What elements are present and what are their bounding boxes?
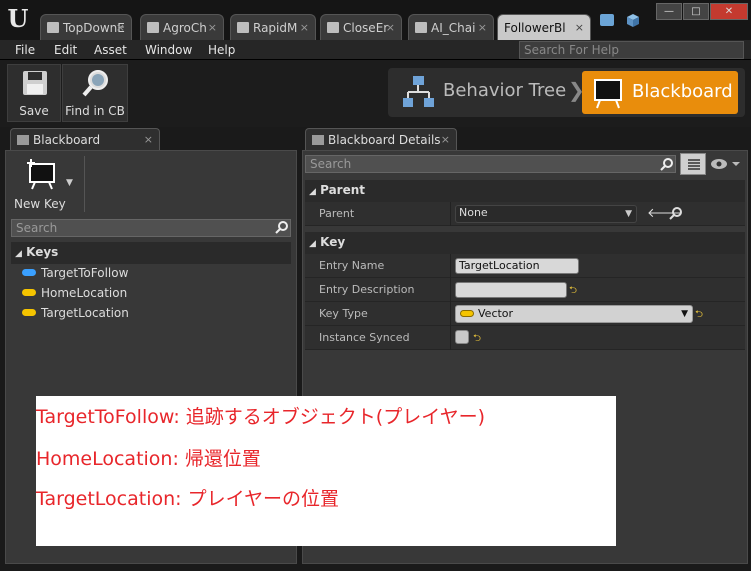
tab-ai-chai[interactable]: AI_Chai × <box>408 14 494 40</box>
close-icon[interactable]: × <box>116 15 125 40</box>
minimize-button[interactable]: — <box>656 3 682 20</box>
tab-rapidm[interactable]: RapidM × <box>230 14 316 40</box>
tab-followerbl[interactable]: FollowerBl × <box>497 14 591 40</box>
blackboard-icon <box>17 135 29 145</box>
chat-icon[interactable] <box>600 14 614 26</box>
key-type-dropdown[interactable]: Vector ▼ <box>455 305 693 323</box>
book-icon <box>147 22 159 33</box>
close-icon[interactable]: × <box>386 15 395 40</box>
unreal-logo-icon: U <box>7 4 29 33</box>
entry-name-input[interactable]: TargetLocation <box>455 258 579 274</box>
view-options-button[interactable] <box>710 157 742 171</box>
keys-section-header[interactable]: ◢ Keys <box>11 242 291 264</box>
tab-blackboard[interactable]: Blackboard × <box>10 128 160 150</box>
menu-asset[interactable]: Asset <box>94 40 127 60</box>
eye-icon <box>711 159 740 169</box>
key-item-target-location[interactable]: TargetLocation <box>22 304 222 322</box>
parent-section-header[interactable]: ◢ Parent <box>305 180 745 202</box>
breadcrumb-blackboard[interactable]: Blackboard <box>582 71 738 114</box>
reset-to-default-icon[interactable]: ⮌ <box>569 283 577 300</box>
collapse-arrow-icon: ◢ <box>309 239 316 249</box>
book-icon <box>237 22 249 33</box>
close-icon[interactable]: × <box>144 129 153 151</box>
entry-name-row: Entry Name TargetLocation <box>305 254 745 278</box>
annotation-line-3: TargetLocation: プレイヤーの位置 <box>36 488 340 510</box>
browse-search-icon[interactable] <box>669 206 683 220</box>
instance-synced-row: Instance Synced ⮌ <box>305 326 745 350</box>
breadcrumb-behavior-tree[interactable]: Behavior Tree <box>443 80 566 101</box>
annotation-box: TargetToFollow: 追跡するオブジェクト(プレイヤー) HomeLo… <box>36 396 616 546</box>
entry-description-row: Entry Description ⮌ <box>305 278 745 302</box>
new-blackboard-icon <box>27 159 55 190</box>
close-icon[interactable]: × <box>208 15 217 40</box>
book-icon <box>327 22 339 33</box>
annotation-line-1: TargetToFollow: 追跡するオブジェクト(プレイヤー) <box>36 406 486 428</box>
reset-to-default-icon[interactable]: ⮌ <box>473 331 481 348</box>
close-icon[interactable]: × <box>575 15 584 40</box>
key-section-header[interactable]: ◢ Key <box>305 232 745 254</box>
row-separator <box>450 202 451 226</box>
save-icon <box>23 71 47 95</box>
close-icon[interactable]: × <box>478 15 487 40</box>
tab-closeer[interactable]: CloseEr × <box>320 14 402 40</box>
search-icon <box>660 157 674 171</box>
annotation-line-2: HomeLocation: 帰還位置 <box>36 448 261 470</box>
chevron-down-icon[interactable]: ▼ <box>66 178 73 188</box>
entry-description-input[interactable] <box>455 282 567 298</box>
blackboard-icon <box>594 79 622 109</box>
book-icon <box>415 22 427 33</box>
tab-topdown[interactable]: TopDownE × <box>40 14 132 40</box>
search-icon <box>275 220 289 234</box>
menu-file[interactable]: File <box>15 40 35 60</box>
row-separator <box>450 278 451 302</box>
collapse-arrow-icon: ◢ <box>15 249 22 259</box>
behavior-tree-icon[interactable] <box>400 74 436 110</box>
close-icon[interactable]: × <box>441 129 450 151</box>
maximize-button[interactable]: □ <box>683 3 709 20</box>
window-controls: — □ ✕ <box>656 3 748 20</box>
save-button[interactable]: Save <box>7 64 61 122</box>
keys-search-input[interactable]: Search <box>11 219 291 237</box>
magnifier-icon <box>82 70 108 97</box>
marketplace-icon[interactable] <box>625 12 641 28</box>
key-type-row: Key Type Vector ▼ ⮌ <box>305 302 745 326</box>
help-search-input[interactable]: Search For Help <box>519 41 744 59</box>
row-separator <box>450 326 451 350</box>
instance-synced-checkbox[interactable] <box>455 330 469 344</box>
key-item-home-location[interactable]: HomeLocation <box>22 284 222 302</box>
object-key-icon <box>22 269 36 276</box>
tab-agroch[interactable]: AgroCh × <box>140 14 224 40</box>
close-icon[interactable]: × <box>300 15 309 40</box>
details-search-input[interactable]: Search <box>305 155 676 173</box>
parent-row: Parent None ▼ 🡐 <box>305 202 745 226</box>
collapse-arrow-icon: ◢ <box>309 187 316 197</box>
key-item-target-to-follow[interactable]: TargetToFollow <box>22 264 222 282</box>
find-in-cb-button[interactable]: Find in CB <box>62 64 128 122</box>
vector-key-icon <box>22 289 36 296</box>
menu-help[interactable]: Help <box>208 40 235 60</box>
row-separator <box>450 302 451 326</box>
row-separator <box>450 254 451 278</box>
list-icon <box>688 159 700 170</box>
vector-key-icon <box>460 310 474 317</box>
toolbar-divider <box>84 156 85 212</box>
details-icon <box>312 135 324 145</box>
chevron-down-icon: ▼ <box>681 309 688 319</box>
property-matrix-button[interactable] <box>680 153 706 175</box>
close-button[interactable]: ✕ <box>710 3 748 20</box>
parent-dropdown[interactable]: None ▼ <box>455 205 637 223</box>
menu-window[interactable]: Window <box>145 40 192 60</box>
vector-key-icon <box>22 309 36 316</box>
tab-blackboard-details[interactable]: Blackboard Details × <box>305 128 457 150</box>
blueprint-icon <box>47 22 59 33</box>
menu-edit[interactable]: Edit <box>54 40 77 60</box>
reset-to-default-icon[interactable]: ⮌ <box>695 307 703 324</box>
chevron-down-icon: ▼ <box>625 209 632 219</box>
